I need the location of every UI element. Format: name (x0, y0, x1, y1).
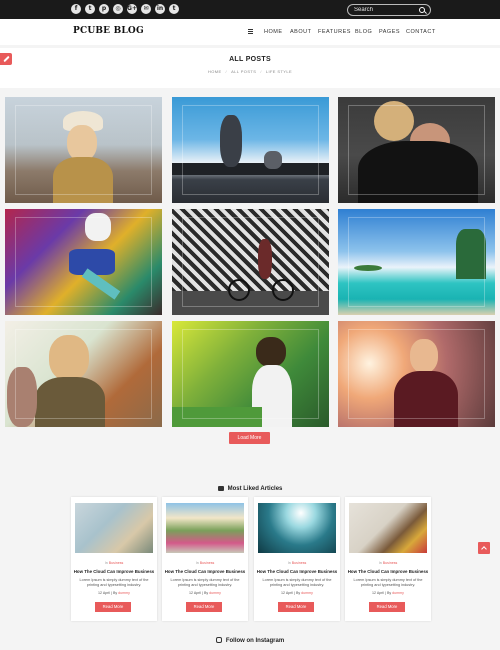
breadcrumb: HOME / ALL POSTS / LIFE STYLE (207, 69, 293, 74)
pinterest-icon[interactable]: p (99, 4, 109, 14)
nav-blog[interactable]: BLOG (355, 29, 372, 35)
article-title[interactable]: How The Cloud Can Improve Business (345, 569, 431, 574)
nav-features[interactable]: FEATURES (318, 29, 351, 35)
article-meta: 12 April | By dummy (189, 591, 221, 595)
nav-contact[interactable]: CONTACT (406, 29, 436, 35)
read-more-button[interactable]: Read More (95, 602, 131, 612)
top-bar: f t p ◎ G+ ✉ in t (0, 0, 500, 19)
breadcrumb-all-posts[interactable]: ALL POSTS (231, 69, 256, 74)
category-link[interactable]: Business (383, 561, 398, 565)
nav-home[interactable]: HOME (264, 29, 283, 35)
site-logo[interactable]: PCUBE BLOG (73, 26, 144, 36)
article-thumbnail[interactable] (349, 503, 427, 553)
post-thumbnail[interactable] (338, 209, 495, 315)
article-category: In Business (378, 561, 398, 565)
category-link[interactable]: Business (292, 561, 307, 565)
read-more-button[interactable]: Read More (278, 602, 314, 612)
article-meta: 12 April | By dummy (281, 591, 313, 595)
image-icon (217, 486, 224, 491)
most-liked-heading: Most Liked Articles (0, 486, 500, 492)
nav-pages[interactable]: PAGES (379, 29, 400, 35)
post-thumbnail[interactable] (172, 209, 329, 315)
post-thumbnail[interactable] (5, 209, 162, 315)
article-card: In Business How The Cloud Can Improve Bu… (254, 497, 340, 621)
article-card: In Business How The Cloud Can Improve Bu… (71, 497, 157, 621)
article-category: In Business (104, 561, 124, 565)
article-thumbnail[interactable] (258, 503, 336, 553)
category-link[interactable]: Business (109, 561, 124, 565)
email-icon[interactable]: ✉ (141, 4, 151, 14)
category-link[interactable]: Business (200, 561, 215, 565)
post-thumbnail[interactable] (5, 321, 162, 427)
site-header: PCUBE BLOG HOME ABOUT FEATURES BLOG PAGE… (0, 19, 500, 45)
post-thumbnail[interactable] (338, 321, 495, 427)
author-link[interactable]: dummy (301, 591, 313, 595)
twitter-icon[interactable]: t (85, 4, 95, 14)
instagram-icon[interactable]: ◎ (113, 4, 123, 14)
page-title-band (0, 48, 500, 88)
article-title[interactable]: How The Cloud Can Improve Business (254, 569, 340, 574)
menu-icon[interactable] (248, 29, 253, 34)
tumblr-icon[interactable]: t (169, 4, 179, 14)
most-liked-title: Most Liked Articles (227, 486, 283, 492)
article-excerpt: Lorem Ipsum is simply dummy text of the … (79, 578, 149, 588)
social-links: f t p ◎ G+ ✉ in t (71, 4, 179, 14)
article-category: In Business (195, 561, 215, 565)
search-box[interactable] (347, 4, 431, 16)
load-more-button[interactable]: Load More (229, 432, 270, 444)
search-input[interactable] (354, 5, 414, 15)
article-meta: 12 April | By dummy (98, 591, 130, 595)
instagram-icon (215, 637, 222, 643)
breadcrumb-life-style: LIFE STYLE (265, 69, 293, 74)
google-plus-icon[interactable]: G+ (127, 4, 137, 14)
breadcrumb-home[interactable]: HOME (208, 69, 222, 74)
post-thumbnail[interactable] (338, 97, 495, 203)
article-category: In Business (287, 561, 307, 565)
article-card: In Business How The Cloud Can Improve Bu… (162, 497, 248, 621)
article-excerpt: Lorem Ipsum is simply dummy text of the … (353, 578, 423, 588)
article-title[interactable]: How The Cloud Can Improve Business (71, 569, 157, 574)
nav-about[interactable]: ABOUT (290, 29, 311, 35)
article-title[interactable]: How The Cloud Can Improve Business (162, 569, 248, 574)
article-thumbnail[interactable] (75, 503, 153, 553)
article-thumbnail[interactable] (166, 503, 244, 553)
post-thumbnail[interactable] (5, 97, 162, 203)
scroll-to-top-button[interactable] (478, 542, 490, 554)
article-meta: 12 April | By dummy (372, 591, 404, 595)
post-thumbnail[interactable] (172, 97, 329, 203)
read-more-button[interactable]: Read More (369, 602, 405, 612)
author-link[interactable]: dummy (118, 591, 130, 595)
article-card: In Business How The Cloud Can Improve Bu… (345, 497, 431, 621)
read-more-button[interactable]: Read More (186, 602, 222, 612)
linkedin-icon[interactable]: in (155, 4, 165, 14)
instagram-title: Follow on Instagram (225, 638, 285, 644)
article-excerpt: Lorem Ipsum is simply dummy text of the … (170, 578, 240, 588)
post-thumbnail[interactable] (172, 321, 329, 427)
author-link[interactable]: dummy (392, 591, 404, 595)
page-title: ALL POSTS (229, 56, 271, 63)
facebook-icon[interactable]: f (71, 4, 81, 14)
author-link[interactable]: dummy (209, 591, 221, 595)
article-excerpt: Lorem Ipsum is simply dummy text of the … (262, 578, 332, 588)
search-icon[interactable] (419, 7, 425, 13)
instagram-heading: Follow on Instagram (0, 637, 500, 644)
